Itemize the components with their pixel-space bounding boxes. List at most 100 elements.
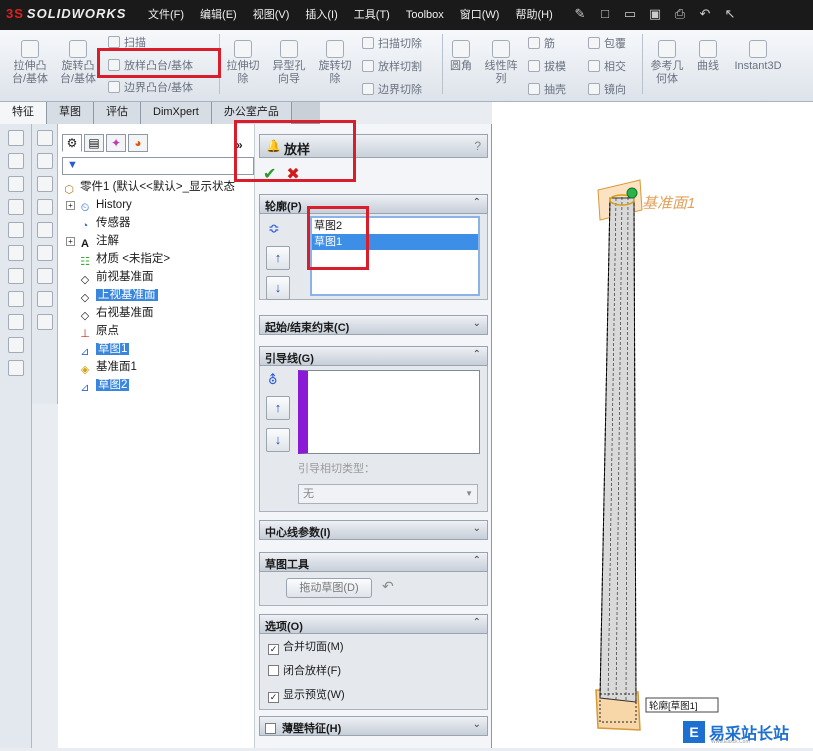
collapse-icon[interactable]: ⌃ xyxy=(473,349,481,360)
profiles-list[interactable]: 草图2 草图1 xyxy=(310,216,480,296)
property-manager-tab-icon[interactable]: ▤ xyxy=(84,134,104,152)
toolbar-icon[interactable] xyxy=(36,222,53,238)
open-folder-icon[interactable]: ▭ xyxy=(622,5,638,23)
toolbar-icon[interactable] xyxy=(7,268,24,284)
toolbar-icon[interactable] xyxy=(7,337,24,353)
tree-item-right-plane[interactable]: ◇ 右视基准面 xyxy=(78,304,154,322)
checkbox-unchecked-icon[interactable] xyxy=(268,665,279,676)
guide-curves-section-header[interactable]: 引导线(G) ⌃ xyxy=(259,346,488,366)
centerline-section-header[interactable]: 中心线参数(I) ⌄ xyxy=(259,520,488,540)
loft-cut-button[interactable]: 放样切割 xyxy=(362,58,422,74)
menu-view[interactable]: 视图(V) xyxy=(245,0,298,30)
guide-move-up-button[interactable]: ↑ xyxy=(266,396,290,420)
guide-tangency-dropdown[interactable]: 无 ▼ xyxy=(298,484,478,504)
expand-icon[interactable]: ⌄ xyxy=(473,523,481,534)
rib-button[interactable]: 筋 xyxy=(528,35,555,51)
toolbar-icon[interactable] xyxy=(7,130,24,146)
checkbox-checked-icon[interactable]: ✓ xyxy=(268,644,279,655)
show-preview-checkbox[interactable]: ✓ 显示预览(W) xyxy=(268,686,345,703)
intersect-button[interactable]: 相交 xyxy=(588,58,626,74)
sweep-button[interactable]: 扫描 xyxy=(108,34,146,50)
menu-help[interactable]: 帮助(H) xyxy=(507,0,560,30)
undo-icon[interactable]: ↶ xyxy=(697,5,713,23)
thin-feature-checkbox[interactable] xyxy=(265,723,276,734)
toolbar-icon[interactable] xyxy=(7,199,24,215)
sweep-cut-button[interactable]: 扫描切除 xyxy=(362,35,422,51)
tab-dimxpert[interactable]: DimXpert xyxy=(141,102,212,124)
tree-item-material[interactable]: ☷ 材质 <未指定> xyxy=(78,250,170,268)
new-document-icon[interactable]: □ xyxy=(597,5,613,23)
start-end-constraints-header[interactable]: 起始/结束约束(C) ⌄ xyxy=(259,315,488,335)
toolbar-icon[interactable] xyxy=(36,268,53,284)
pin-icon[interactable]: ✎ xyxy=(572,5,588,23)
reference-geometry-button[interactable]: 参考几 何体 xyxy=(646,40,688,86)
toolbar-icon[interactable] xyxy=(36,153,53,169)
tree-item-history[interactable]: + ⏲ History xyxy=(66,196,132,214)
menu-insert[interactable]: 插入(I) xyxy=(297,0,345,30)
fillet-button[interactable]: 圆角 xyxy=(446,40,476,73)
instant3d-button[interactable]: Instant3D xyxy=(728,40,788,73)
guide-move-down-button[interactable]: ↓ xyxy=(266,428,290,452)
sketch-tools-section-header[interactable]: 草图工具 ⌃ xyxy=(259,552,488,572)
collapse-icon[interactable]: ⌃ xyxy=(473,555,481,566)
toolbar-icon[interactable] xyxy=(36,314,53,330)
print-icon[interactable]: ⎙ xyxy=(672,5,688,23)
close-loft-checkbox[interactable]: 闭合放样(F) xyxy=(268,662,341,678)
tree-item-plane1[interactable]: ◈ 基准面1 xyxy=(78,358,137,376)
profile-item-sketch2[interactable]: 草图2 xyxy=(312,218,478,234)
tree-root-part[interactable]: ⬡ 零件1 (默认<<默认>_显示状态 xyxy=(62,178,235,196)
boundary-cut-button[interactable]: 边界切除 xyxy=(362,81,422,97)
toolbar-icon[interactable] xyxy=(7,153,24,169)
ok-check-icon[interactable]: ✔ xyxy=(263,166,276,183)
tree-item-annotations[interactable]: + A 注解 xyxy=(66,232,119,250)
toolbar-icon[interactable] xyxy=(7,245,24,261)
expand-icon[interactable]: + xyxy=(66,201,75,210)
tree-filter[interactable]: ▼ xyxy=(62,157,254,175)
feature-manager-tab-icon[interactable]: ⚙ xyxy=(62,134,82,152)
menu-edit[interactable]: 编辑(E) xyxy=(192,0,245,30)
expand-icon[interactable]: + xyxy=(66,237,75,246)
toolbar-icon[interactable] xyxy=(7,314,24,330)
curves-button[interactable]: 曲线 xyxy=(692,40,724,73)
profiles-section-header[interactable]: 轮廓(P) ⌃ xyxy=(259,194,488,214)
tree-item-front-plane[interactable]: ◇ 前视基准面 xyxy=(78,268,154,286)
help-icon[interactable]: ? xyxy=(474,139,481,153)
undo-sketch-icon[interactable]: ↶ xyxy=(382,578,394,595)
collapse-icon[interactable]: ⌃ xyxy=(473,617,481,628)
checkbox-checked-icon[interactable]: ✓ xyxy=(268,692,279,703)
configuration-manager-tab-icon[interactable]: ✦ xyxy=(106,134,126,152)
tree-item-sketch1[interactable]: ⊿ 草图1 xyxy=(78,340,130,358)
drag-sketch-button[interactable]: 拖动草图(D) xyxy=(286,578,372,598)
toolbar-icon[interactable] xyxy=(36,291,53,307)
merge-tangent-faces-checkbox[interactable]: ✓ 合并切面(M) xyxy=(268,638,344,655)
menu-file[interactable]: 文件(F) xyxy=(140,0,192,30)
tab-office[interactable]: 办公室产品 xyxy=(211,102,292,124)
toolbar-icon[interactable] xyxy=(36,199,53,215)
save-icon[interactable]: ▣ xyxy=(647,5,663,23)
draft-button[interactable]: 拔模 xyxy=(528,58,566,74)
shell-button[interactable]: 抽壳 xyxy=(528,81,566,97)
display-manager-tab-icon[interactable]: ◕ xyxy=(128,134,148,152)
menu-window[interactable]: 窗口(W) xyxy=(452,0,508,30)
menu-tools[interactable]: 工具(T) xyxy=(346,0,398,30)
tab-sketch[interactable]: 草图 xyxy=(47,102,94,124)
move-down-button[interactable]: ↓ xyxy=(266,276,290,300)
linear-pattern-button[interactable]: 线性阵列 xyxy=(480,40,522,86)
expand-panel-icon[interactable]: » xyxy=(236,138,243,152)
expand-icon[interactable]: ⌄ xyxy=(473,318,481,329)
toolbar-icon[interactable] xyxy=(36,176,53,192)
select-cursor-icon[interactable]: ↖ xyxy=(722,5,738,23)
tree-item-sensors[interactable]: ◔ 传感器 xyxy=(78,214,131,232)
extrude-cut-button[interactable]: 拉伸切除 xyxy=(222,40,264,86)
tree-item-top-plane[interactable]: ◇ 上视基准面 xyxy=(78,286,158,304)
mirror-button[interactable]: 镜向 xyxy=(588,81,626,97)
tab-evaluate[interactable]: 评估 xyxy=(94,102,141,124)
move-up-button[interactable]: ↑ xyxy=(266,246,290,270)
graphics-viewport[interactable]: 基准面1 轮廓[草图1] xyxy=(492,102,813,748)
loft-boss-button[interactable]: 放样凸台/基体 xyxy=(108,57,193,73)
extrude-boss-button[interactable]: 拉伸凸 台/基体 xyxy=(8,40,52,86)
toolbar-icon[interactable] xyxy=(7,291,24,307)
toolbar-icon[interactable] xyxy=(36,130,53,146)
cancel-x-icon[interactable]: ✖ xyxy=(286,166,299,183)
profile-item-sketch1[interactable]: 草图1 xyxy=(312,234,478,250)
